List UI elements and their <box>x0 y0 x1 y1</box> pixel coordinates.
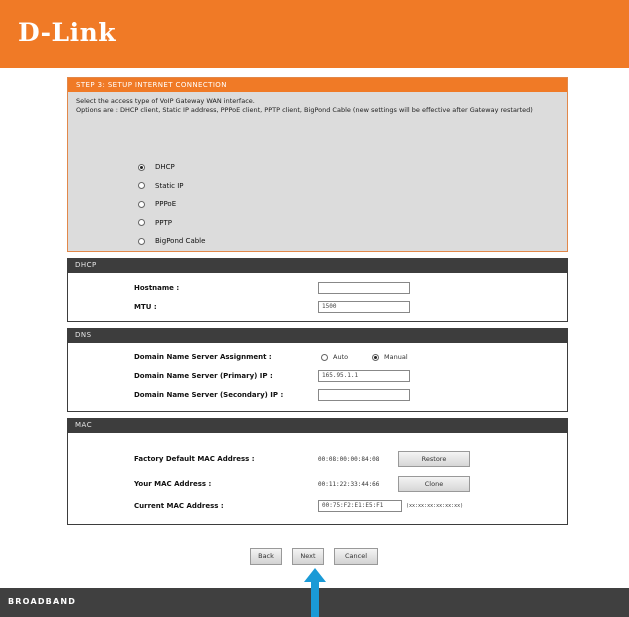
mac-section-title: MAC <box>67 418 568 432</box>
dns-primary-input[interactable]: 165.95.1.1 <box>318 370 410 382</box>
radio-dns-auto[interactable] <box>321 353 328 361</box>
hostname-label: Hostname : <box>134 284 180 292</box>
factory-mac-label: Factory Default MAC Address : <box>134 455 255 463</box>
option-label: PPTP <box>155 218 172 227</box>
broadband-label: BROADBAND <box>8 597 77 606</box>
option-dhcp[interactable]: DHCP <box>138 158 205 177</box>
step-panel: STEP 3: SETUP INTERNET CONNECTION Select… <box>67 77 568 252</box>
current-mac-label: Current MAC Address : <box>134 502 224 510</box>
dns-secondary-input[interactable] <box>318 389 410 401</box>
current-mac-input[interactable]: 00:75:F2:E1:E5:F1 <box>318 500 402 512</box>
up-arrow-icon <box>304 568 326 617</box>
dns-secondary-label: Domain Name Server (Secondary) IP : <box>134 391 284 399</box>
option-bigpond[interactable]: BigPond Cable <box>138 232 205 251</box>
mtu-label: MTU : <box>134 303 157 311</box>
dlink-logo: D-Link <box>18 18 117 47</box>
radio-dhcp[interactable] <box>138 163 145 171</box>
header-bar: D-Link <box>0 0 629 68</box>
step-title: STEP 3: SETUP INTERNET CONNECTION <box>68 78 567 92</box>
dns-manual-option[interactable]: Manual <box>372 353 408 361</box>
next-button[interactable]: Next <box>292 548 324 565</box>
clone-button[interactable]: Clone <box>398 476 470 492</box>
your-mac-value: 00:11:22:33:44:66 <box>318 481 380 488</box>
dns-section-title: DNS <box>67 328 568 342</box>
radio-static-ip[interactable] <box>138 182 145 190</box>
step-description: Select the access type of VoIP Gateway W… <box>68 92 567 115</box>
radio-pptp[interactable] <box>138 219 145 227</box>
mac-format-hint: (xx:xx:xx:xx:xx:xx) <box>406 503 464 509</box>
dns-section: Domain Name Server Assignment : Auto Man… <box>67 342 568 412</box>
dns-auto-label: Auto <box>333 353 349 361</box>
radio-dns-manual[interactable] <box>372 353 379 361</box>
dns-primary-label: Domain Name Server (Primary) IP : <box>134 372 273 380</box>
option-pppoe[interactable]: PPPoE <box>138 195 205 214</box>
option-label: PPPoE <box>155 200 177 209</box>
option-pptp[interactable]: PPTP <box>138 214 205 233</box>
option-label: DHCP <box>155 163 175 172</box>
hostname-input[interactable] <box>318 282 410 294</box>
step-desc-line1: Select the access type of VoIP Gateway W… <box>76 97 255 105</box>
factory-mac-value: 00:08:00:00:84:08 <box>318 456 380 463</box>
option-label: Static IP <box>155 181 184 190</box>
radio-pppoe[interactable] <box>138 200 145 208</box>
radio-bigpond[interactable] <box>138 237 145 245</box>
dhcp-section: Hostname : MTU : 1500 <box>67 272 568 322</box>
restore-button[interactable]: Restore <box>398 451 470 467</box>
dns-auto-option[interactable]: Auto <box>321 353 348 361</box>
mac-section: Factory Default MAC Address : 00:08:00:0… <box>67 432 568 525</box>
dhcp-section-title: DHCP <box>67 258 568 272</box>
mtu-input[interactable]: 1500 <box>318 301 410 313</box>
option-static-ip[interactable]: Static IP <box>138 177 205 196</box>
connection-type-group: DHCP Static IP PPPoE PPTP BigPond Cable <box>138 158 205 251</box>
back-button[interactable]: Back <box>250 548 282 565</box>
cancel-button[interactable]: Cancel <box>334 548 378 565</box>
setup-wizard: STEP 3: SETUP INTERNET CONNECTION Select… <box>67 77 568 525</box>
dns-manual-label: Manual <box>384 353 408 361</box>
option-label: BigPond Cable <box>155 237 206 246</box>
your-mac-label: Your MAC Address : <box>134 480 212 488</box>
step-desc-line2: Options are : DHCP client, Static IP add… <box>76 106 533 114</box>
dns-assignment-label: Domain Name Server Assignment : <box>134 353 272 361</box>
